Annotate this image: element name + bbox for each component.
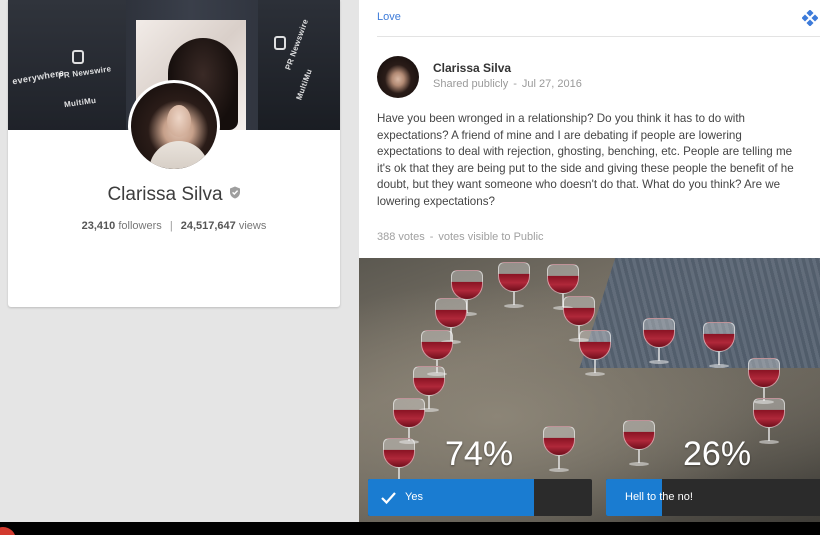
wine-glass — [575, 330, 615, 376]
check-icon — [381, 492, 396, 505]
community-link[interactable]: Love — [377, 11, 401, 23]
profile-name: Clarissa Silva — [8, 184, 340, 206]
wine-glass — [699, 322, 739, 368]
post-date[interactable]: Jul 27, 2016 — [522, 78, 582, 90]
views-count: 24,517,647 — [180, 220, 236, 232]
poll-option-yes[interactable]: Yes — [368, 479, 592, 516]
header-divider — [377, 36, 820, 37]
meta-separator: - — [513, 78, 517, 90]
wine-glass — [494, 262, 534, 308]
wine-glass — [539, 426, 579, 472]
poll-option-label: Yes — [405, 491, 423, 503]
votes-separator: - — [429, 231, 434, 243]
profile-card: everywhere PR Newswire MultiMu PR Newswi… — [8, 0, 340, 307]
votes-count[interactable]: 388 votes — [377, 231, 425, 243]
poll-option-no[interactable]: Hell to the no! — [606, 479, 820, 516]
profile-stats: 23,410 followers | 24,517,647 views — [8, 220, 340, 232]
poll-percent-no: 26% — [683, 435, 752, 473]
author-avatar[interactable] — [377, 56, 419, 98]
followers-count: 23,410 — [81, 220, 116, 232]
post-meta: Shared publicly - Jul 27, 2016 — [433, 78, 582, 90]
post-text: Have you been wronged in a relationship?… — [377, 112, 794, 208]
votes-visibility: votes visible to Public — [438, 231, 544, 243]
wine-glass — [379, 438, 419, 484]
bottom-bar — [0, 522, 820, 535]
views-label: views — [238, 220, 267, 232]
wine-glass — [749, 398, 789, 444]
author-name[interactable]: Clarissa Silva — [433, 61, 511, 75]
stats-separator: | — [169, 220, 173, 232]
votes-line: 388 votes - votes visible to Public — [377, 231, 544, 243]
poll-percent-yes: 74% — [445, 435, 514, 473]
wine-glass — [619, 420, 659, 466]
profile-avatar[interactable] — [128, 80, 220, 172]
followers-label: followers — [118, 220, 162, 232]
poll-option-label: Hell to the no! — [625, 491, 693, 503]
diamond-cluster-icon[interactable] — [802, 10, 818, 26]
verified-shield-icon — [229, 186, 240, 199]
profile-name-text[interactable]: Clarissa Silva — [107, 184, 222, 205]
post-visibility: Shared publicly — [433, 78, 509, 90]
wine-glass — [639, 318, 679, 364]
